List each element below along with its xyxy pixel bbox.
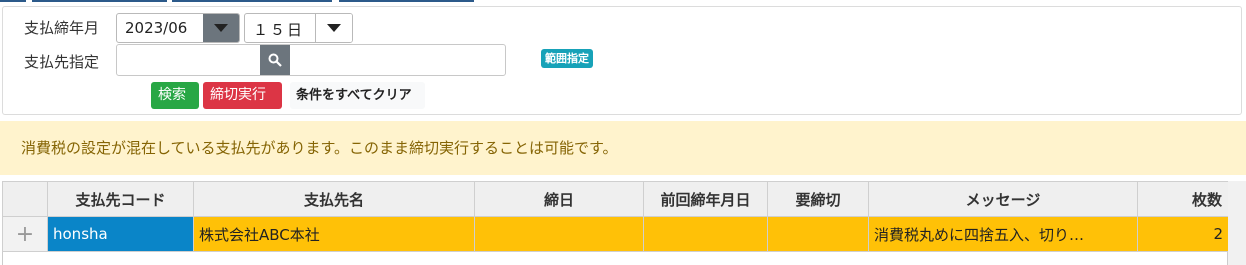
column-header-count[interactable]: 枚数 [1137, 181, 1229, 217]
tab-underline [339, 0, 474, 2]
top-tab-strip [0, 0, 1246, 3]
payee-search-button[interactable] [260, 45, 290, 75]
clear-conditions-button[interactable]: 条件をすべてクリア [290, 82, 425, 109]
closing-month-value: 2023/06 [125, 19, 188, 37]
search-form-panel: 支払締年月 2023/06 １５日 支払先指定 範囲指定 検索 締切実行 条件を… [2, 6, 1242, 115]
tab-underline [32, 0, 167, 2]
cell-message[interactable]: 消費税丸めに四捨五入、切り… [868, 216, 1138, 252]
column-header-name[interactable]: 支払先名 [193, 181, 475, 217]
closing-day-select[interactable]: １５日 [244, 13, 353, 43]
closing-month-dropdown-button[interactable] [203, 14, 239, 42]
cell-count[interactable]: 2 [1137, 216, 1229, 252]
payee-label: 支払先指定 [24, 53, 100, 71]
cell-name[interactable]: 株式会社ABC本社 [193, 216, 475, 252]
alert-message: 消費税の設定が混在している支払先があります。このまま締切実行することは可能です。 [21, 139, 618, 157]
range-specify-badge[interactable]: 範囲指定 [541, 49, 593, 68]
column-header-last-closing-date[interactable]: 前回締年月日 [643, 181, 768, 217]
column-header-closing-day[interactable]: 締日 [474, 181, 644, 217]
warning-alert: 消費税の設定が混在している支払先があります。このまま締切実行することは可能です。 [0, 121, 1246, 175]
grid-scrollbar[interactable] [1228, 181, 1246, 265]
cell-closing-day[interactable] [474, 216, 644, 252]
closing-day-dropdown-button[interactable] [315, 14, 352, 42]
closing-month-label: 支払締年月 [24, 19, 100, 37]
caret-down-icon [327, 24, 341, 32]
expander-header [2, 181, 48, 217]
search-button[interactable]: 検索 [151, 82, 199, 109]
grid-header-row: 支払先コード 支払先名 締日 前回締年月日 要締切 メッセージ 枚数 [2, 181, 1229, 217]
closing-day-value: １５日 [253, 21, 305, 39]
caret-down-icon [214, 24, 228, 32]
cell-last-closing-date[interactable] [643, 216, 768, 252]
payee-grid: 支払先コード 支払先名 締日 前回締年月日 要締切 メッセージ 枚数 + hon… [2, 181, 1229, 265]
search-icon [268, 53, 282, 67]
tab-underline [0, 0, 26, 2]
cell-code[interactable]: honsha [47, 216, 194, 252]
column-header-code[interactable]: 支払先コード [47, 181, 194, 217]
column-header-message[interactable]: メッセージ [868, 181, 1138, 217]
payee-table: 支払先コード 支払先名 締日 前回締年月日 要締切 メッセージ 枚数 + hon… [2, 181, 1229, 252]
cell-needs-closing[interactable] [767, 216, 869, 252]
closing-month-select[interactable]: 2023/06 [116, 13, 240, 43]
payee-field[interactable] [116, 44, 506, 76]
plus-icon[interactable]: + [2, 216, 48, 252]
table-row[interactable]: + honsha 株式会社ABC本社 消費税丸めに四捨五入、切り… 2 [2, 216, 1229, 252]
execute-closing-button[interactable]: 締切実行 [203, 82, 282, 109]
tab-underline [172, 0, 332, 2]
column-header-needs-closing[interactable]: 要締切 [767, 181, 869, 217]
